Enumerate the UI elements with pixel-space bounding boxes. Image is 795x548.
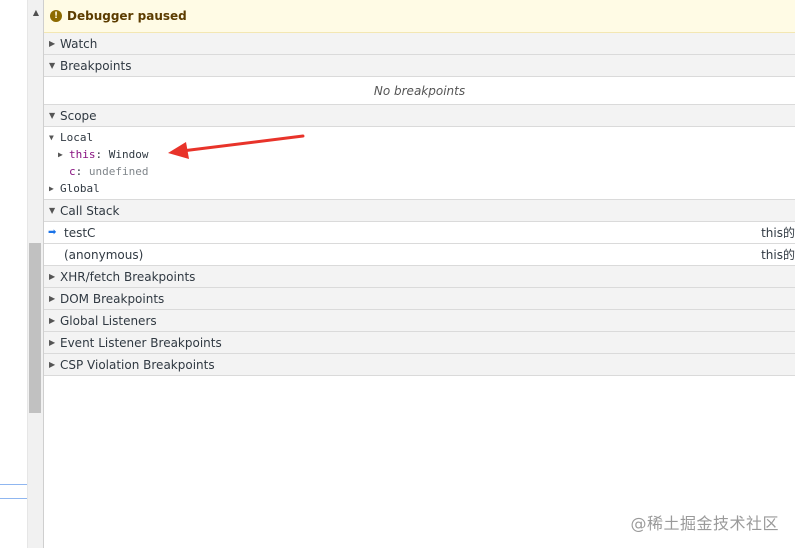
scope-local-row[interactable]: ▼ Local [44,129,795,146]
frame-location[interactable]: this的 [761,246,795,263]
dom-breakpoints-section-header[interactable]: ▶ DOM Breakpoints [44,288,795,310]
xhr-breakpoints-section-header[interactable]: ▶ XHR/fetch Breakpoints [44,266,795,288]
triangle-down-icon: ▼ [49,133,54,142]
triangle-down-icon: ▼ [49,206,56,215]
xhr-label: XHR/fetch Breakpoints [60,269,196,284]
triangle-down-icon: ▼ [49,61,56,70]
triangle-right-icon: ▶ [49,316,56,325]
scope-local-label: Local [60,131,94,144]
pause-info-icon: ! [50,10,62,22]
triangle-down-icon: ▼ [49,111,56,120]
scope-c-row[interactable]: c: undefined [44,163,795,180]
call-stack-section-header[interactable]: ▼ Call Stack [44,200,795,222]
call-stack-label: Call Stack [60,203,120,218]
event-listener-breakpoints-section-header[interactable]: ▶ Event Listener Breakpoints [44,332,795,354]
breakpoints-label: Breakpoints [60,58,132,73]
selection-line [0,498,27,499]
watch-label: Watch [60,36,98,51]
debugger-sidebar: ! Debugger paused ▶ Watch ▼ Breakpoints … [44,0,795,548]
c-separator: : [75,165,89,178]
scope-label: Scope [60,108,97,123]
c-property-value: undefined [88,165,149,178]
scroll-thumb[interactable] [29,243,41,413]
csp-label: CSP Violation Breakpoints [60,357,215,372]
global-listeners-section-header[interactable]: ▶ Global Listeners [44,310,795,332]
left-panel-strip [0,0,27,548]
frame-location[interactable]: this的 [761,224,795,241]
dom-label: DOM Breakpoints [60,291,165,306]
current-frame-arrow-icon: ➡ [48,227,57,238]
breakpoints-section-header[interactable]: ▼ Breakpoints [44,55,795,77]
triangle-right-icon: ▶ [49,184,54,193]
triangle-right-icon: ▶ [49,39,56,48]
triangle-right-icon: ▶ [49,338,56,347]
global-listeners-label: Global Listeners [60,313,157,328]
csp-violation-breakpoints-section-header[interactable]: ▶ CSP Violation Breakpoints [44,354,795,376]
triangle-right-icon: ▶ [49,294,56,303]
scope-tree: ▼ Local ▶ this: Window c: undefined ▶ Gl… [44,127,795,200]
scope-global-label: Global [60,182,100,195]
this-separator: : [95,148,109,161]
paused-label: Debugger paused [67,9,187,23]
this-property-name: this [69,148,96,161]
watch-section-header[interactable]: ▶ Watch [44,33,795,55]
c-property-name: c [69,165,76,178]
triangle-right-icon: ▶ [49,360,56,369]
this-property-value: Window [108,148,149,161]
frame-name: testC [64,225,96,240]
debugger-paused-banner: ! Debugger paused [44,0,795,33]
frame-name: (anonymous) [64,247,144,262]
call-stack-frame[interactable]: ➡ testC this的 [44,222,795,244]
scroll-up-icon[interactable]: ▲ [28,6,44,18]
no-breakpoints-message: No breakpoints [44,77,795,105]
selection-line [0,484,27,485]
call-stack-frame[interactable]: (anonymous) this的 [44,244,795,266]
scope-this-row[interactable]: ▶ this: Window [44,146,795,163]
watermark: @稀土掘金技术社区 [630,514,779,533]
scope-section-header[interactable]: ▼ Scope [44,105,795,127]
scope-global-row[interactable]: ▶ Global [44,180,795,197]
event-listener-label: Event Listener Breakpoints [60,335,222,350]
triangle-right-icon: ▶ [49,272,56,281]
scrollbar[interactable]: ▲ [27,0,44,548]
triangle-right-icon: ▶ [58,150,63,159]
